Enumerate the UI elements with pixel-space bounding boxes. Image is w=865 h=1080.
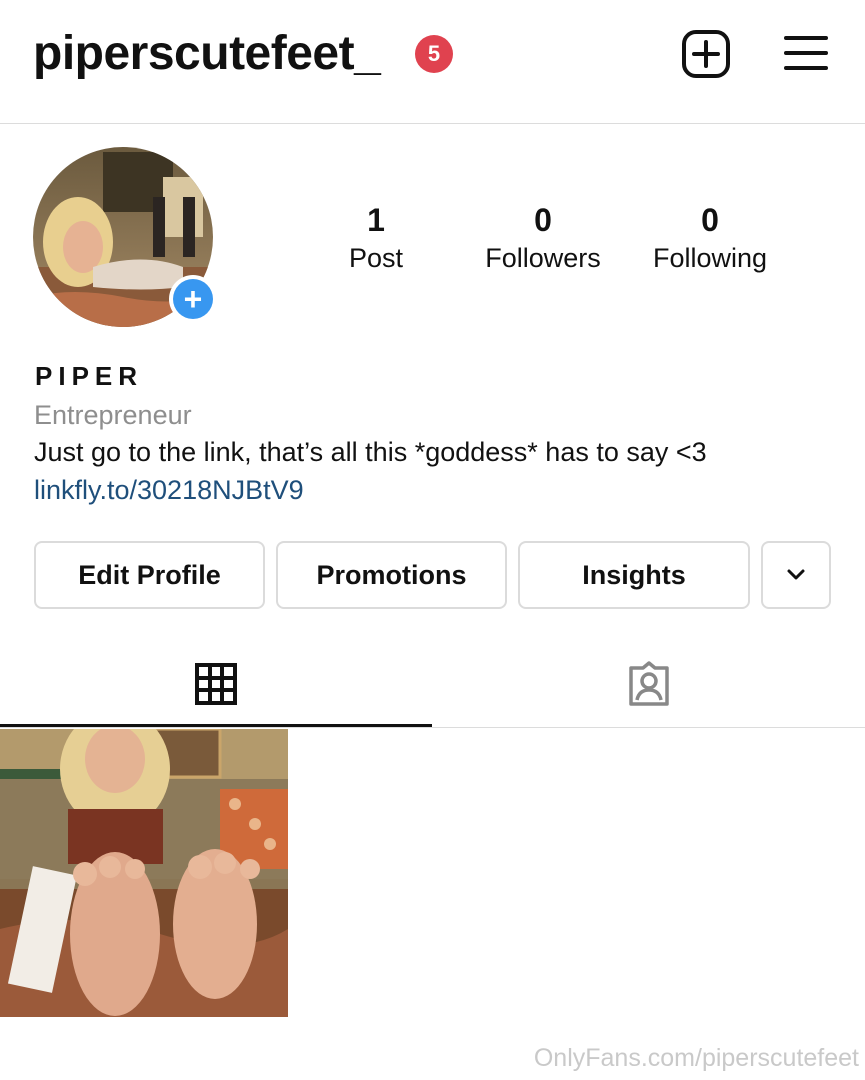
profile-username[interactable]: piperscutefeet_ — [33, 22, 381, 86]
plus-icon: + — [173, 279, 213, 319]
stat-followers[interactable]: 0 Followers — [463, 200, 623, 276]
stat-followers-label: Followers — [485, 243, 601, 273]
stat-following-label: Following — [652, 243, 768, 273]
new-post-button[interactable] — [680, 28, 732, 80]
notification-badge[interactable]: 5 — [415, 35, 453, 73]
chevron-down-icon — [787, 569, 805, 580]
hamburger-menu-icon — [784, 36, 828, 70]
add-story-button[interactable]: + — [169, 275, 217, 323]
stat-posts[interactable]: 1 Post — [296, 200, 456, 276]
plus-square-icon — [682, 30, 730, 78]
tab-posts-grid[interactable] — [0, 640, 432, 728]
grid-icon — [195, 663, 237, 705]
stat-posts-label: Post — [348, 243, 404, 273]
bio-link[interactable]: linkfly.to/30218NJBtV9 — [34, 473, 304, 507]
tabs-divider — [0, 727, 865, 728]
menu-button[interactable] — [782, 30, 830, 78]
display-name: PIPER — [35, 361, 144, 391]
more-options-button[interactable] — [761, 541, 831, 609]
header-divider — [0, 123, 865, 124]
bio-text: Just go to the link, that’s all this *go… — [34, 437, 707, 467]
post-thumbnail — [0, 729, 288, 1017]
stat-following-count: 0 — [701, 202, 719, 238]
tagged-person-icon — [628, 661, 669, 706]
tab-tagged[interactable] — [432, 640, 865, 728]
stat-followers-count: 0 — [534, 202, 552, 238]
edit-profile-button[interactable]: Edit Profile — [34, 541, 265, 609]
promotions-button[interactable]: Promotions — [276, 541, 507, 609]
grid-post[interactable] — [0, 729, 288, 1017]
stat-following[interactable]: 0 Following — [630, 200, 790, 276]
stat-posts-count: 1 — [367, 202, 385, 238]
profile-category: Entrepreneur — [34, 400, 192, 430]
insights-button[interactable]: Insights — [518, 541, 750, 609]
watermark: OnlyFans.com/piperscutefeet — [533, 1044, 859, 1072]
